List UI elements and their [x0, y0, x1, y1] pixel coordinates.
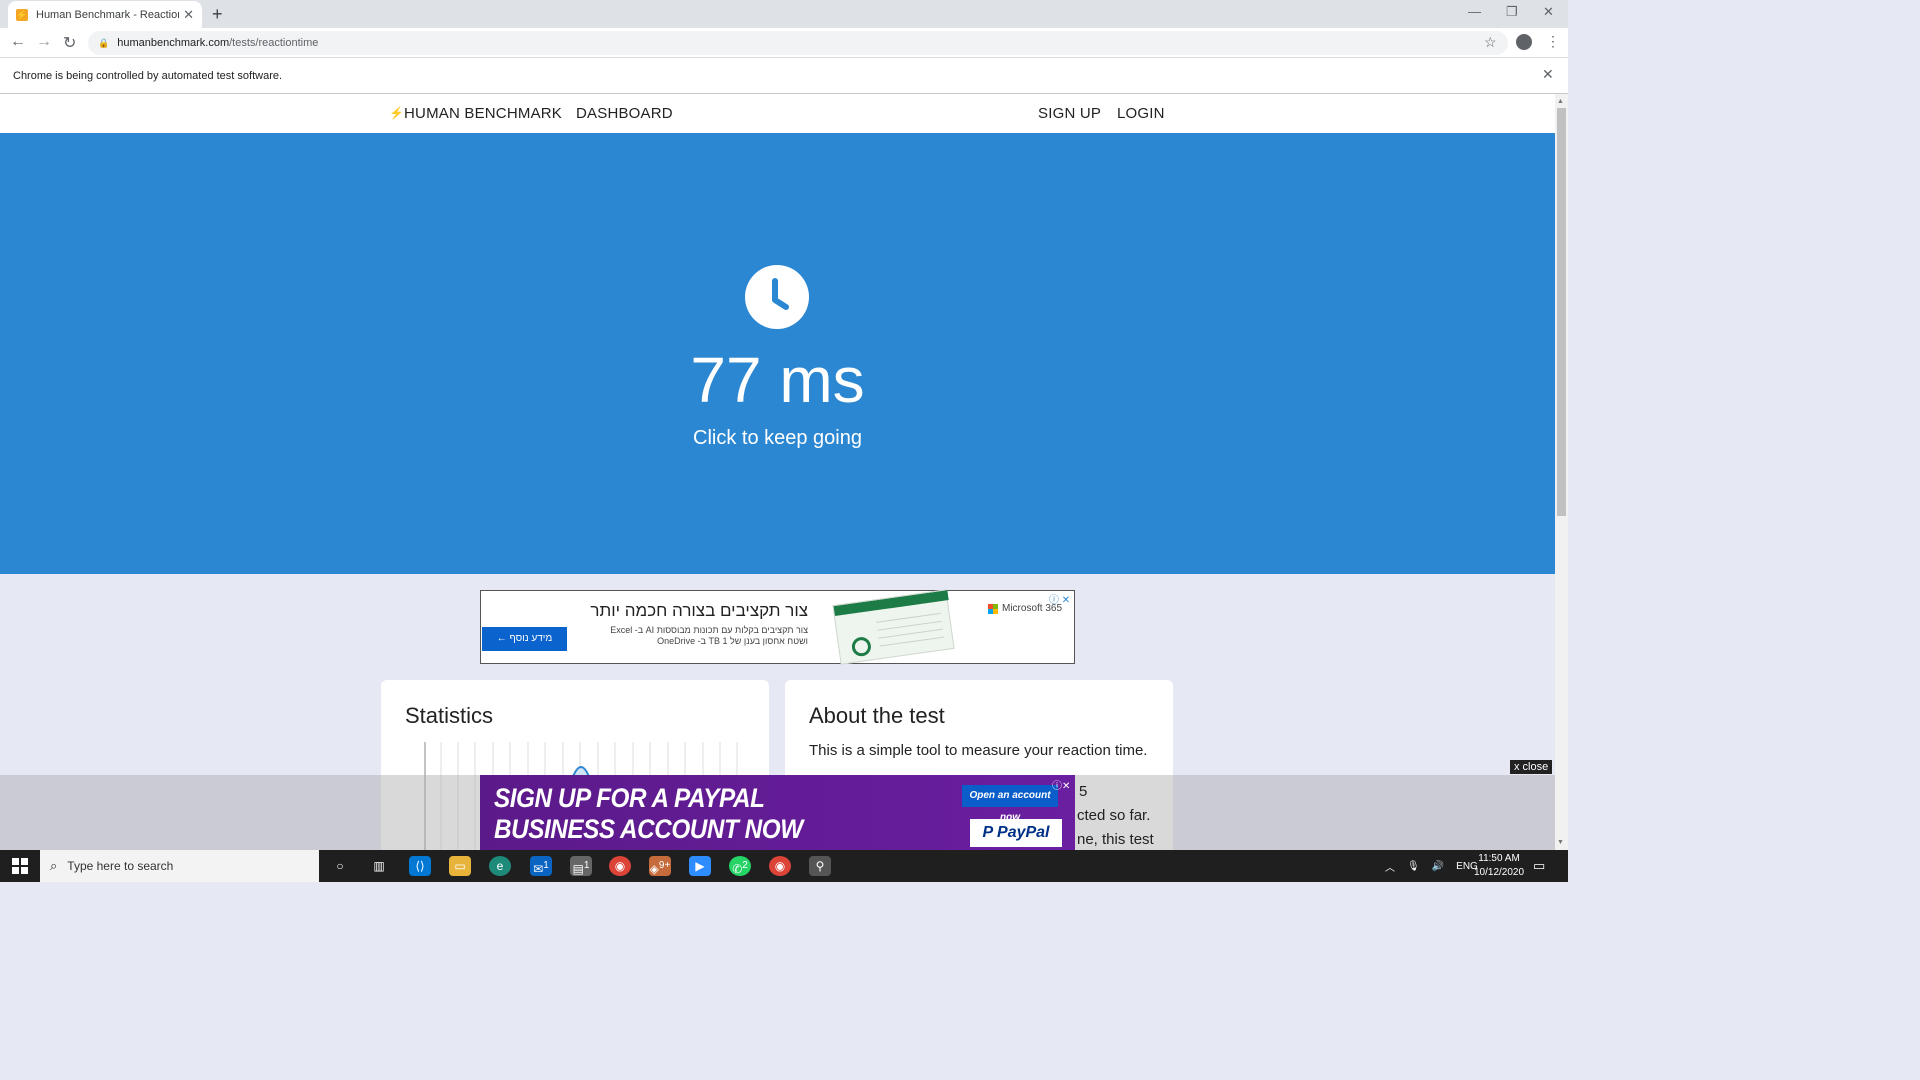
nav-dashboard-link[interactable]: DASHBOARD: [576, 105, 673, 122]
nav-signup-link[interactable]: SIGN UP: [1038, 105, 1101, 122]
infobar-close-icon[interactable]: ✕: [1542, 66, 1554, 83]
whatsapp-badge: 2: [742, 860, 748, 871]
show-hidden-icons-icon[interactable]: ︿: [1385, 859, 1395, 874]
address-bar[interactable]: 🔒 humanbenchmark.com/tests/reactiontime: [88, 31, 1508, 55]
about-description: This is a simple tool to measure your re…: [809, 742, 1148, 759]
teams-badge: 9+: [658, 860, 671, 871]
paypal-headline: SIGN UP FOR A PAYPAL BUSINESS ACCOUNT NO…: [494, 783, 803, 845]
bolt-favicon-icon: ⚡: [16, 8, 28, 21]
paypal-headline-line-1: SIGN UP FOR A PAYPAL: [494, 783, 765, 813]
close-window-button[interactable]: ✕: [1543, 4, 1554, 20]
url-domain: humanbenchmark.com: [117, 37, 230, 49]
scroll-up-arrow-icon[interactable]: ▲: [1557, 98, 1564, 105]
mail-badge: 1: [543, 860, 549, 871]
task-view-icon[interactable]: ▥: [368, 856, 390, 876]
about-fragment-1: 5: [1079, 783, 1088, 800]
lock-icon: 🔒: [98, 37, 110, 48]
volume-icon[interactable]: 🔊: [1432, 861, 1444, 872]
ad-subtext-line-1: צור תקציבים בקלות עם תכונות מבוססות AI ב…: [610, 625, 808, 635]
microsoft-ad-banner[interactable]: צור תקציבים בצורה חכמה יותר צור תקציבים …: [480, 589, 1075, 665]
infobar-text: Chrome is being controlled by automated …: [13, 69, 283, 82]
paypal-brand-text: PayPal: [997, 824, 1050, 841]
clock-icon: [745, 265, 809, 329]
profile-avatar-icon[interactable]: [1516, 34, 1532, 50]
scroll-down-arrow-icon[interactable]: ▼: [1557, 839, 1564, 846]
chrome-icon[interactable]: ◉: [769, 856, 791, 876]
reaction-time-result: 77 ms: [690, 344, 865, 416]
search-icon: ⌕: [50, 858, 58, 873]
excel-screenshot-image: [832, 589, 955, 665]
restore-button[interactable]: ❐: [1506, 4, 1518, 20]
back-arrow-icon[interactable]: ←: [10, 33, 26, 51]
cortana-icon[interactable]: ○: [329, 856, 351, 876]
taskbar-search-box[interactable]: ⌕ Type here to search: [40, 850, 319, 882]
microphone-icon[interactable]: 🎙: [1407, 861, 1420, 872]
about-fragment-2: cted so far.: [1077, 807, 1151, 824]
mail-icon[interactable]: ✉1: [530, 856, 552, 876]
vscode-icon[interactable]: ⟨⟩: [409, 856, 431, 876]
kebab-menu-icon[interactable]: ⋮: [1546, 33, 1560, 50]
about-title: About the test: [809, 703, 945, 728]
keep-going-prompt: Click to keep going: [693, 427, 862, 449]
bolt-logo-icon: ⚡: [389, 106, 404, 120]
open-account-button[interactable]: Open an account now: [962, 785, 1058, 823]
reload-icon[interactable]: ↻: [63, 33, 76, 53]
automation-infobar: Chrome is being controlled by automated …: [0, 58, 1568, 94]
ad-subtext-line-2: ושטח אחסון בענן של 1 TB ב- OneDrive: [657, 636, 808, 646]
close-ad-button[interactable]: x close: [1510, 760, 1553, 774]
bookmark-star-icon[interactable]: ☆: [1484, 34, 1497, 51]
nav-home-link[interactable]: HUMAN BENCHMARK: [404, 105, 562, 122]
nav-login-link[interactable]: LOGIN: [1117, 105, 1165, 122]
ad-subtext: צור תקציבים בקלות עם תכונות מבוססות AI ב…: [568, 625, 808, 647]
zoom-icon[interactable]: ▶: [689, 856, 711, 876]
python-icon[interactable]: ⚲: [809, 856, 831, 876]
tab-title: Human Benchmark - Reaction Ti: [36, 8, 180, 21]
ad-button-label: מידע נוסף: [509, 633, 553, 644]
taskbar-search-placeholder: Type here to search: [67, 859, 174, 873]
tab-strip: ⚡ Human Benchmark - Reaction Ti ✕ + — ❐ …: [0, 0, 1568, 28]
paypal-p-icon: P: [982, 824, 998, 841]
system-tray: ︿ 🎙 🔊 ENG: [1385, 850, 1478, 882]
windows-taskbar: ⌕ Type here to search ○ ▥ ⟨⟩ ▭ e ✉1 ▤1 ◉…: [0, 850, 1568, 882]
whatsapp-icon[interactable]: ✆2: [729, 856, 751, 876]
app-icon[interactable]: ▤1: [570, 856, 592, 876]
site-header: ⚡ HUMAN BENCHMARK DASHBOARD SIGN UP LOGI…: [0, 94, 1555, 133]
browser-tab[interactable]: ⚡ Human Benchmark - Reaction Ti ✕: [8, 1, 202, 28]
close-tab-icon[interactable]: ✕: [183, 7, 194, 23]
paypal-headline-line-2: BUSINESS ACCOUNT NOW: [494, 814, 803, 844]
paypal-ad-banner[interactable]: SIGN UP FOR A PAYPAL BUSINESS ACCOUNT NO…: [480, 775, 1075, 850]
about-partial-text: 5 cted so far. ne, this test: [1077, 780, 1154, 852]
app-badge: 1: [583, 860, 590, 871]
notification-icon[interactable]: ▭: [1533, 858, 1545, 874]
ad-headline: צור תקציבים בצורה חכמה יותר: [590, 601, 808, 620]
taskbar-date: 10/12/2020: [1474, 867, 1525, 878]
about-fragment-3: ne, this test: [1077, 831, 1154, 848]
edge-icon[interactable]: e: [489, 856, 511, 876]
browser-toolbar: ← → ↻ 🔒 humanbenchmark.com/tests/reactio…: [0, 28, 1568, 58]
ad-choices-icon[interactable]: ⓘ ✕: [1049, 591, 1070, 606]
new-tab-button[interactable]: +: [212, 4, 223, 25]
ad-learn-more-button[interactable]: ← מידע נוסף: [482, 627, 567, 651]
scrollbar-thumb[interactable]: [1557, 108, 1566, 516]
ad-choices-icon[interactable]: ⓘ✕: [1052, 777, 1070, 792]
microsoft-windows-logo-icon: [988, 603, 998, 614]
paypal-logo: P PayPal: [970, 819, 1062, 847]
chrome-icon[interactable]: ◉: [609, 856, 631, 876]
windows-start-icon[interactable]: [0, 850, 40, 882]
taskbar-time: 11:50 AM: [1478, 853, 1520, 864]
url-path: /tests/reactiontime: [229, 37, 319, 49]
minimize-button[interactable]: —: [1468, 4, 1481, 19]
statistics-title: Statistics: [405, 703, 494, 728]
taskbar-clock[interactable]: 11:50 AM 10/12/2020: [1474, 852, 1524, 880]
teams-icon[interactable]: ◈9+: [649, 856, 671, 876]
forward-arrow-icon[interactable]: →: [36, 33, 52, 51]
reaction-test-area[interactable]: 77 ms Click to keep going: [0, 133, 1555, 574]
file-explorer-icon[interactable]: ▭: [449, 856, 471, 876]
